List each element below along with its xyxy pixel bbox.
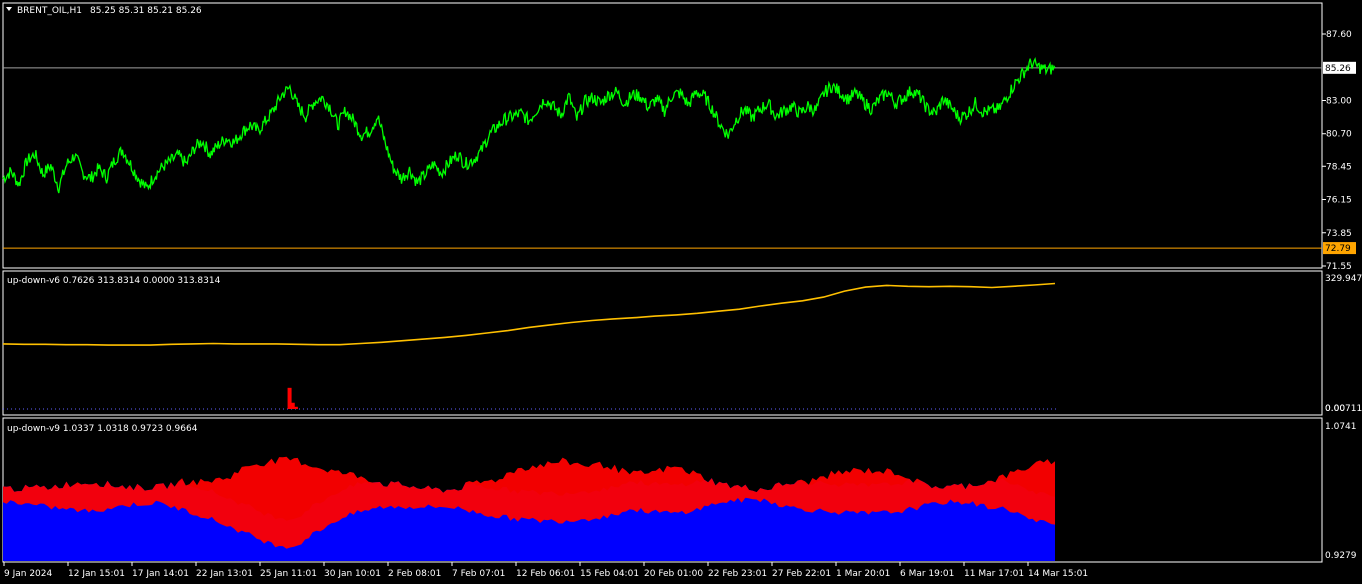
symbol-label: BRENT_OIL,H1: [17, 6, 82, 16]
x-tick-label: 22 Jan 13:01: [196, 569, 253, 579]
panel-frame-0: [2, 2, 1323, 269]
x-tick-label: 1 Mar 20:01: [836, 569, 890, 579]
x-tick-label: 30 Jan 10:01: [324, 569, 381, 579]
x-tick-label: 2 Feb 08:01: [388, 569, 441, 579]
level-label: 72.79: [1325, 244, 1351, 254]
chart-canvas: 87.60 83.00 80.70 78.45 76.15 73.85 71.55 85.26…: [2, 2, 1362, 579]
indicator-panel-v9[interactable]: [3, 456, 1055, 561]
chart-menu-triangle-icon[interactable]: [6, 7, 12, 11]
indicator-panel-v6[interactable]: [2, 282, 1057, 410]
x-tick-label: 12 Feb 06:01: [516, 569, 575, 579]
price-tick-label: 80.70: [1326, 130, 1352, 140]
ind2-title: up-down-v9 1.0337 1.0318 0.9723 0.9664: [7, 424, 198, 434]
x-tick-label: 14 Mar 15:01: [1028, 569, 1088, 579]
price-tick-label: 71.55: [1326, 262, 1352, 272]
x-tick-label: 6 Mar 19:01: [900, 569, 954, 579]
x-tick-label: 11 Mar 17:01: [964, 569, 1024, 579]
x-axis: 9 Jan 2024 12 Jan 15:01 17 Jan 14:01 22 Jan…: [3, 562, 1088, 579]
x-tick-label: 20 Feb 01:00: [644, 569, 703, 579]
ind1-title: up-down-v6 0.7626 313.8314 0.0000 313.83…: [7, 276, 221, 286]
x-tick-label: 7 Feb 07:01: [452, 569, 505, 579]
price-tick-label: 87.60: [1326, 30, 1352, 40]
x-tick-label: 27 Feb 22:01: [772, 569, 831, 579]
x-tick-label: 17 Jan 14:01: [132, 569, 189, 579]
price-tick-label: 78.45: [1326, 162, 1352, 172]
ohlc-label: 85.25 85.31 85.21 85.26: [90, 6, 202, 16]
ind1-top-tick: 329.9472: [1325, 274, 1362, 284]
x-tick-label: 22 Feb 23:01: [708, 569, 767, 579]
ind2-top-tick: 1.0741: [1325, 422, 1357, 432]
price-series-line: [2, 57, 1056, 194]
x-tick-label: 9 Jan 2024: [4, 569, 52, 579]
ind1-bar: [293, 406, 298, 409]
price-tick-label: 73.85: [1326, 229, 1352, 239]
price-tick-label: 83.00: [1326, 96, 1352, 106]
ind1-series-line: [2, 282, 1056, 346]
x-tick-label: 15 Feb 04:01: [580, 569, 639, 579]
ind2-bottom-tick: 0.9279: [1325, 551, 1357, 561]
current-price-label: 85.26: [1325, 64, 1351, 74]
x-tick-label: 12 Jan 15:01: [68, 569, 125, 579]
x-tick-label: 25 Jan 11:01: [260, 569, 317, 579]
price-panel[interactable]: 87.60 83.00 80.70 78.45 76.15 73.85 71.55 85.26…: [2, 30, 1356, 272]
ind1-bottom-tick-overlay: 0.00: [1325, 404, 1345, 414]
price-tick-label: 76.15: [1326, 196, 1352, 206]
